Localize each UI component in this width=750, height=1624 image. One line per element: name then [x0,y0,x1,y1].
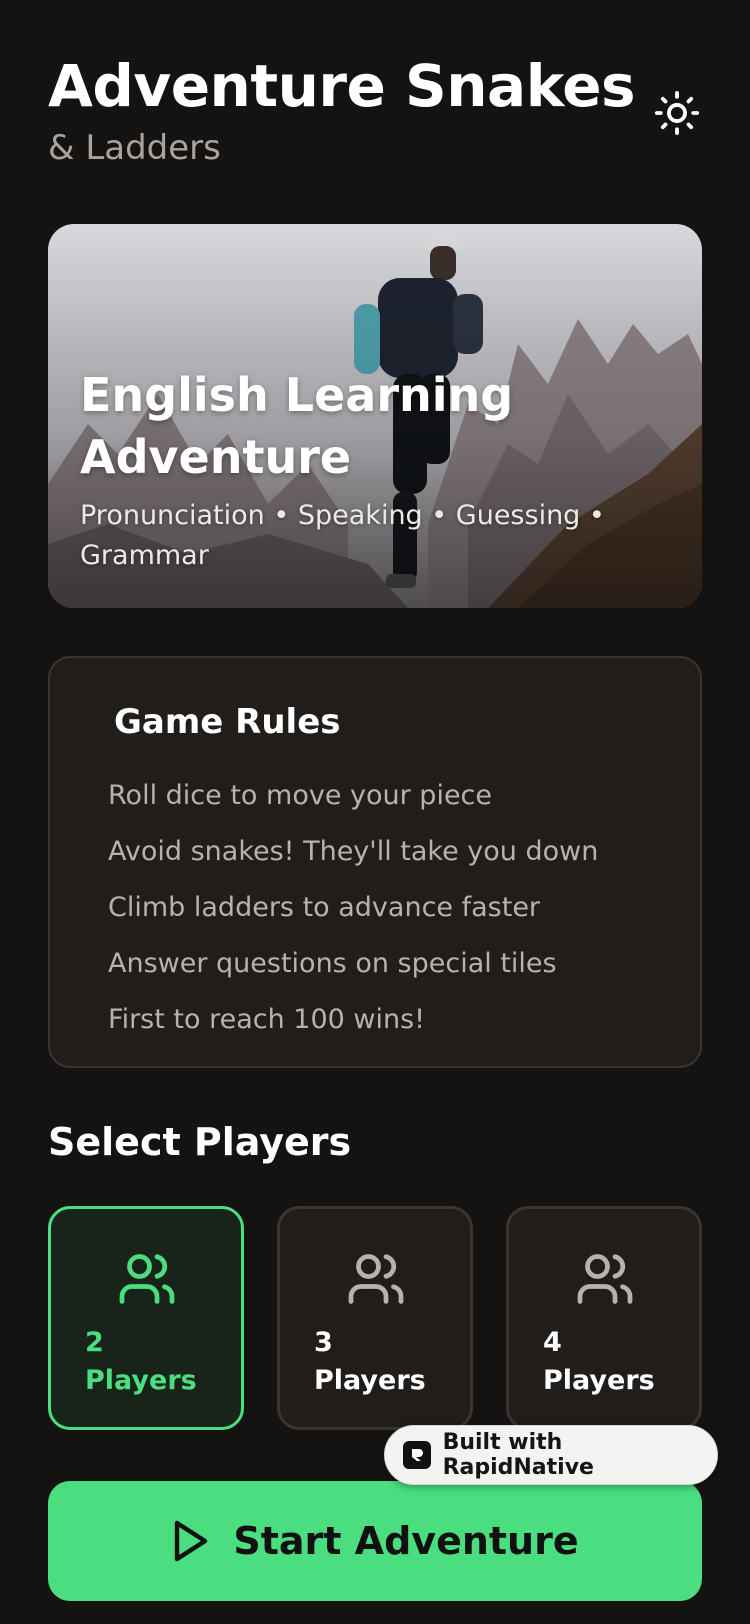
rule-item: First to reach 100 wins! [108,1004,425,1035]
rule-item: Roll dice to move your piece [108,780,493,811]
players-label: Players [543,1365,655,1396]
players-option-3[interactable]: 3 Players [277,1206,473,1430]
app-title: Adventure Snakes [48,52,636,120]
start-adventure-button[interactable]: Start Adventure [48,1481,702,1601]
app-subtitle: & Ladders [48,128,221,168]
select-players-title: Select Players [48,1120,352,1164]
start-adventure-label: Start Adventure [233,1519,579,1563]
rapidnative-logo-icon [403,1441,431,1469]
rule-item: Climb ladders to advance faster [108,892,541,923]
built-with-badge[interactable]: Built with RapidNative [384,1425,718,1485]
rule-item: Answer questions on special tiles [108,948,557,979]
hero-title-line2: Adventure [80,430,352,484]
built-with-label: Built with RapidNative [442,1430,594,1480]
play-icon [171,1519,211,1563]
players-count: 2 [85,1327,104,1358]
players-count: 3 [314,1327,333,1358]
rules-title: Game Rules [114,702,341,742]
rule-item: Avoid snakes! They'll take you down [108,836,599,867]
users-icon [348,1254,404,1304]
hero-subtitle: Pronunciation • Speaking • Guessing • Gr… [80,496,640,576]
hero-title-line1: English Learning [80,368,514,422]
players-label: Players [314,1365,426,1396]
home-screen: Adventure Snakes & Ladders English Learn… [0,0,750,1624]
hero-subtitle-line2: Grammar [80,540,209,571]
users-icon [119,1254,175,1304]
users-icon [577,1254,633,1304]
players-option-2[interactable]: 2 Players [48,1206,244,1430]
hero-subtitle-line1: Pronunciation • Speaking • Guessing • [80,500,605,531]
game-rules-card: Game Rules Roll dice to move your piece … [48,656,702,1068]
sun-icon [654,90,700,136]
hero-title: English Learning Adventure [80,364,600,488]
players-count: 4 [543,1327,562,1358]
players-option-4[interactable]: 4 Players [506,1206,702,1430]
hero-banner: English Learning Adventure Pronunciation… [48,224,702,608]
theme-toggle-button[interactable] [652,88,702,138]
players-label: Players [85,1365,197,1396]
